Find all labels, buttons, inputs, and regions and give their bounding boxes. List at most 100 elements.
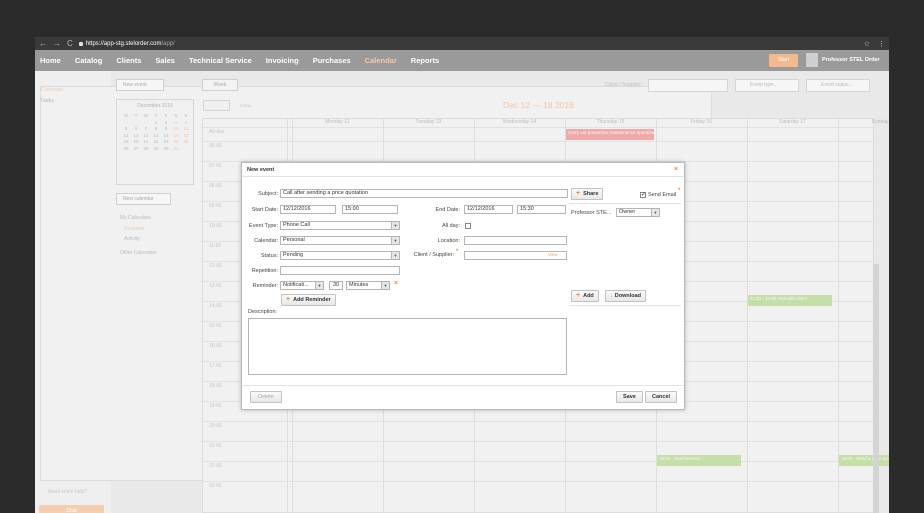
address-bar[interactable]: https://app-stg.stelorder.com/app/ xyxy=(78,40,175,47)
mini-calendar-day[interactable]: 1 xyxy=(151,120,161,125)
mini-calendar-day[interactable]: 31 xyxy=(171,146,181,151)
other-calendars-heading[interactable]: Other Calendars xyxy=(120,250,157,256)
calendar-event[interactable]: 11:30 - 12:30 Visit with client xyxy=(748,295,832,306)
attendee-role-select[interactable]: Owner ▼ xyxy=(616,208,660,217)
mini-calendar-day[interactable]: 28 xyxy=(141,146,151,151)
mini-calendar-day[interactable]: 22 xyxy=(151,139,161,144)
share-button[interactable]: + Share xyxy=(571,188,604,200)
mini-calendar-day[interactable]: 7 xyxy=(141,126,151,131)
subject-input[interactable]: Call after sending a price quotation xyxy=(280,189,568,198)
back-icon[interactable]: ← xyxy=(39,39,47,48)
mini-calendar-day[interactable]: 13 xyxy=(131,133,141,138)
week-nav-buttons[interactable] xyxy=(203,100,230,111)
description-textarea[interactable] xyxy=(248,318,567,375)
mini-calendar-day[interactable]: 8 xyxy=(151,126,161,131)
forward-icon[interactable]: → xyxy=(53,39,61,48)
sidebar-item-tasks[interactable]: Tasks xyxy=(40,98,54,104)
start-time-input[interactable]: 15:00 xyxy=(342,205,398,214)
reminder-amount-input[interactable]: 30 xyxy=(329,281,343,290)
new-calendar-button[interactable]: New calendar xyxy=(116,193,171,205)
end-time-input[interactable]: 15:30 xyxy=(517,205,566,214)
menu-sales[interactable]: Sales xyxy=(155,56,175,65)
day-header: Wednesday 14 xyxy=(502,119,537,125)
cancel-button[interactable]: Cancel xyxy=(645,391,678,403)
menu-catalog[interactable]: Catalog xyxy=(75,56,103,65)
mini-calendar-day[interactable]: 21 xyxy=(141,139,151,144)
share-label: Share xyxy=(583,191,599,197)
mini-calendar-day[interactable]: 9 xyxy=(161,126,171,131)
mini-calendar-day[interactable]: 12 xyxy=(121,133,131,138)
scrollbar[interactable] xyxy=(873,264,879,513)
reminder-type-select[interactable]: Notificati... ▼ xyxy=(280,281,324,290)
client-filter-input[interactable] xyxy=(648,79,728,92)
grid-line xyxy=(203,141,875,142)
close-icon[interactable]: × xyxy=(674,166,678,173)
start-button[interactable]: Start xyxy=(769,54,798,67)
remove-reminder-icon[interactable]: × xyxy=(394,280,398,287)
url-scheme: https:// xyxy=(85,40,104,47)
calendar-activity[interactable]: Activity xyxy=(124,236,140,242)
mini-calendar-day[interactable]: 15 xyxy=(151,133,161,138)
mini-calendar-day[interactable]: 29 xyxy=(151,146,161,151)
mini-calendar-day[interactable]: 4 xyxy=(181,120,191,125)
calendar-select[interactable]: Personal ▼ xyxy=(280,236,400,245)
week-view-button[interactable]: Week xyxy=(202,79,238,91)
mini-calendar-day[interactable]: 16 xyxy=(161,133,171,138)
mini-calendar-day[interactable]: 2 xyxy=(161,120,171,125)
menu-technical-service[interactable]: Technical Service xyxy=(189,56,252,65)
mini-calendar-day[interactable]: 27 xyxy=(131,146,141,151)
menu-clients[interactable]: Clients xyxy=(116,56,141,65)
mini-calendar-day[interactable]: 19 xyxy=(121,139,131,144)
mini-calendar-day[interactable]: 25 xyxy=(181,139,191,144)
menu-calendar[interactable]: Calendar xyxy=(365,56,397,65)
calendar-event[interactable]: 18:00 - Send invoice xyxy=(657,455,741,466)
star-icon[interactable]: ☆ xyxy=(864,40,870,48)
mini-calendar-day[interactable]: 18 xyxy=(181,133,191,138)
mini-calendar-day[interactable]: 30 xyxy=(161,146,171,151)
event-type-filter[interactable]: Event type... xyxy=(735,79,799,92)
chat-button[interactable]: Chat xyxy=(39,505,104,513)
calendar-personal[interactable]: Personal xyxy=(124,226,144,232)
mini-calendar-day[interactable]: 5 xyxy=(121,126,131,131)
end-date-input[interactable]: 12/12/2016 xyxy=(464,205,513,214)
calendar-event[interactable]: 18:00 - Send a price quote - Order xyxy=(839,455,889,466)
new-event-button[interactable]: New event xyxy=(116,79,164,91)
add-reminder-button[interactable]: + Add Reminder xyxy=(281,294,336,306)
add-button[interactable]: + Add xyxy=(571,290,599,302)
mini-calendar-day[interactable]: 11 xyxy=(181,126,191,131)
mini-calendar-day[interactable]: 23 xyxy=(161,139,171,144)
kebab-menu-icon[interactable]: ⋮ xyxy=(878,40,885,48)
menu-home[interactable]: Home xyxy=(40,56,61,65)
location-input[interactable] xyxy=(464,236,567,245)
all-day-checkbox[interactable] xyxy=(465,223,471,229)
mini-calendar-day[interactable]: 24 xyxy=(171,139,181,144)
mini-calendar-day[interactable]: 14 xyxy=(141,133,151,138)
download-button[interactable]: ↓ Download xyxy=(605,290,647,302)
reload-icon[interactable]: C xyxy=(67,39,73,48)
today-button[interactable]: Today xyxy=(239,103,251,108)
reminder-unit-select[interactable]: Minutes ▼ xyxy=(346,281,390,290)
menu-invoicing[interactable]: Invoicing xyxy=(266,56,299,65)
mini-calendar-grid[interactable]: M T W T F S S 1 2 3 4 5 6 7 8 9 10 11 12 13 14 15 16 17 18 19 20 21… xyxy=(117,109,193,155)
user-name[interactable]: Professor STEL Order xyxy=(822,57,880,63)
view-link[interactable]: View xyxy=(548,252,558,257)
mini-calendar-day[interactable]: 10 xyxy=(171,126,181,131)
my-calendars-heading[interactable]: My Calendars xyxy=(120,215,151,221)
send-email-checkbox[interactable] xyxy=(640,191,646,198)
menu-purchases[interactable]: Purchases xyxy=(313,56,351,65)
menu-reports[interactable]: Reports xyxy=(411,56,439,65)
status-select[interactable]: Pending ▼ xyxy=(280,251,400,260)
mini-calendar-day[interactable]: 26 xyxy=(121,146,131,151)
event-type-select[interactable]: Phone Call ▼ xyxy=(280,221,400,230)
repetition-input[interactable] xyxy=(280,266,400,275)
calendar-event[interactable]: Carry out preventive maintenance operati… xyxy=(566,129,654,140)
delete-button[interactable]: Delete xyxy=(250,391,282,403)
mini-calendar-day[interactable]: 6 xyxy=(131,126,141,131)
avatar[interactable] xyxy=(806,53,818,67)
mini-calendar-day[interactable]: 3 xyxy=(171,120,181,125)
event-status-filter[interactable]: Event status... xyxy=(806,79,870,92)
save-button[interactable]: Save xyxy=(616,391,643,403)
mini-calendar-day[interactable]: 20 xyxy=(131,139,141,144)
start-date-input[interactable]: 12/12/2016 xyxy=(280,205,336,214)
mini-calendar-day[interactable]: 17 xyxy=(171,133,181,138)
